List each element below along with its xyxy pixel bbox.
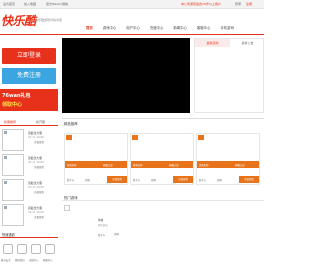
hot-game-name: 神曲 <box>98 219 104 222</box>
nav-divider <box>0 34 264 35</box>
game-card-name: 神魔之战 <box>103 164 113 167</box>
hot-game-item[interactable]: 神曲 角色扮演 新手卡 官网 <box>64 205 134 243</box>
newbie-card-link[interactable]: 新手卡 <box>133 178 140 182</box>
video-player[interactable] <box>62 38 190 113</box>
game-card[interactable]: 游戏名称 神魔之战 新手卡 官网 开始游戏 <box>130 133 194 185</box>
hot-game-card-link[interactable]: 新手卡 <box>98 233 105 237</box>
nav-home[interactable]: 首页 <box>86 25 93 30</box>
hot-game-thumb <box>64 205 70 211</box>
nav-games[interactable]: 游戏中心 <box>103 25 117 30</box>
nav-mobile[interactable]: 手机游戏 <box>220 25 234 30</box>
server-item[interactable]: 双截龙大服 03-11 10:00 开始游戏 <box>2 129 56 153</box>
nav-user[interactable]: 用户中心 <box>126 25 140 30</box>
account-security-icon[interactable] <box>3 244 13 254</box>
customer-service-icon[interactable] <box>45 244 55 254</box>
game-card[interactable]: 游戏名称 神魔之战 新手卡 官网 开始游戏 <box>196 133 260 185</box>
quick-link-label[interactable]: 充值中心 <box>29 258 39 262</box>
tab-latest-events[interactable]: 最新活动 <box>195 39 230 47</box>
newbie-card-link[interactable]: 新手卡 <box>199 178 206 182</box>
server-thumb <box>2 179 24 201</box>
tab-latest-announcements[interactable]: 最新公告 <box>231 39 264 47</box>
server-date: 03-11 10:00 <box>28 186 44 189</box>
server-date: 03-11 10:00 <box>28 136 44 139</box>
official-site-link[interactable]: 官网 <box>217 178 222 182</box>
server-name: 双截龙大服 <box>28 181 42 185</box>
gift-banner[interactable]: 76wan礼包 领取中心 <box>0 89 58 111</box>
game-card-name: 神魔之战 <box>169 164 179 167</box>
quick-links-divider <box>0 237 58 238</box>
server-thumb <box>2 154 24 176</box>
server-play-button[interactable]: 开始游戏 <box>28 141 50 145</box>
game-card-strip: 游戏名称 神魔之战 <box>131 161 193 168</box>
top-bar: 设为首页 加入收藏 官方Weixin微信 本公司游戏适合18岁以上用户 登录 注… <box>0 0 264 9</box>
server-thumb <box>2 129 24 151</box>
quick-link-label[interactable]: 客服中心 <box>43 258 53 262</box>
game-card-tag <box>66 135 72 140</box>
game-card-label: 游戏名称 <box>67 164 77 167</box>
server-name: 双截龙大服 <box>28 131 42 135</box>
password-recovery-icon[interactable] <box>17 244 27 254</box>
game-card-strip: 游戏名称 神魔之战 <box>65 161 127 168</box>
nav-service[interactable]: 客服中心 <box>197 25 211 30</box>
server-date: 03-11 10:00 <box>28 211 44 214</box>
play-button[interactable]: 开始游戏 <box>107 176 127 183</box>
add-favorite-link[interactable]: 加入收藏 <box>24 2 36 6</box>
server-item[interactable]: 双截龙大服 03-11 10:00 开始游戏 <box>2 154 56 178</box>
server-play-button[interactable]: 开始游戏 <box>28 166 50 170</box>
quick-link-label[interactable]: 密码找回 <box>15 258 25 262</box>
top-register-link[interactable]: 注册 <box>246 2 252 6</box>
official-site-link[interactable]: 官网 <box>85 178 90 182</box>
main-nav: 首页 游戏中心 用户中心 充值中心 新闻中心 客服中心 手机游戏 <box>86 25 243 32</box>
play-button[interactable]: 开始游戏 <box>239 176 259 183</box>
age-notice: 本公司游戏适合18岁以上用户 <box>181 2 221 6</box>
server-date: 03-11 10:00 <box>28 161 44 164</box>
gift-banner-title: 76wan礼包 <box>2 93 31 99</box>
tab-new-servers[interactable]: 新服推荐 <box>4 120 16 124</box>
game-card[interactable]: 游戏名称 神魔之战 新手卡 官网 开始游戏 <box>64 133 128 185</box>
nav-news[interactable]: 新闻中心 <box>173 25 187 30</box>
official-site-link[interactable]: 官网 <box>151 178 156 182</box>
server-play-button[interactable]: 开始游戏 <box>28 191 50 195</box>
register-button[interactable]: 免费注册 <box>2 68 56 84</box>
server-tabs: 新服推荐 新开服 <box>0 118 58 126</box>
play-button[interactable]: 开始游戏 <box>173 176 193 183</box>
notice-panel: 最新活动 最新公告 <box>194 38 264 113</box>
site-logo[interactable]: 快乐酷 <box>1 12 36 29</box>
hot-game-site-link[interactable]: 官网 <box>114 232 119 236</box>
game-card-tag <box>132 135 138 140</box>
wechat-link[interactable]: 官方Weixin微信 <box>46 2 68 6</box>
game-card-tag <box>198 135 204 140</box>
nav-recharge[interactable]: 充值中心 <box>150 25 164 30</box>
game-card-strip: 游戏名称 神魔之战 <box>197 161 259 168</box>
games-divider <box>62 118 264 119</box>
set-homepage-link[interactable]: 设为首页 <box>3 2 15 6</box>
site-slogan: 快乐酷游戏尽情享受 <box>35 18 63 22</box>
hot-games-divider <box>62 200 264 201</box>
newbie-card-link[interactable]: 新手卡 <box>67 178 74 182</box>
game-card-name: 神魔之战 <box>235 164 245 167</box>
hot-game-genre: 角色扮演 <box>98 224 108 227</box>
server-play-button[interactable]: 开始游戏 <box>28 216 50 220</box>
gift-banner-subtitle: 领取中心 <box>2 102 23 108</box>
server-name: 双截龙大服 <box>28 156 42 160</box>
top-login-link[interactable]: 登录 <box>235 2 241 6</box>
recharge-icon[interactable] <box>31 244 41 254</box>
games-section-title: 精品推荐 <box>64 122 78 126</box>
login-button[interactable]: 立即登录 <box>2 48 56 64</box>
server-name: 双截龙大服 <box>28 206 42 210</box>
game-card-label: 游戏名称 <box>133 164 143 167</box>
tab-open-servers[interactable]: 新开服 <box>36 120 45 124</box>
game-card-label: 游戏名称 <box>199 164 209 167</box>
server-thumb <box>2 204 24 226</box>
quick-link-label[interactable]: 帐号安全 <box>1 258 11 262</box>
server-item[interactable]: 双截龙大服 03-11 10:00 开始游戏 <box>2 179 56 203</box>
server-item[interactable]: 双截龙大服 03-11 10:00 开始游戏 <box>2 204 56 228</box>
